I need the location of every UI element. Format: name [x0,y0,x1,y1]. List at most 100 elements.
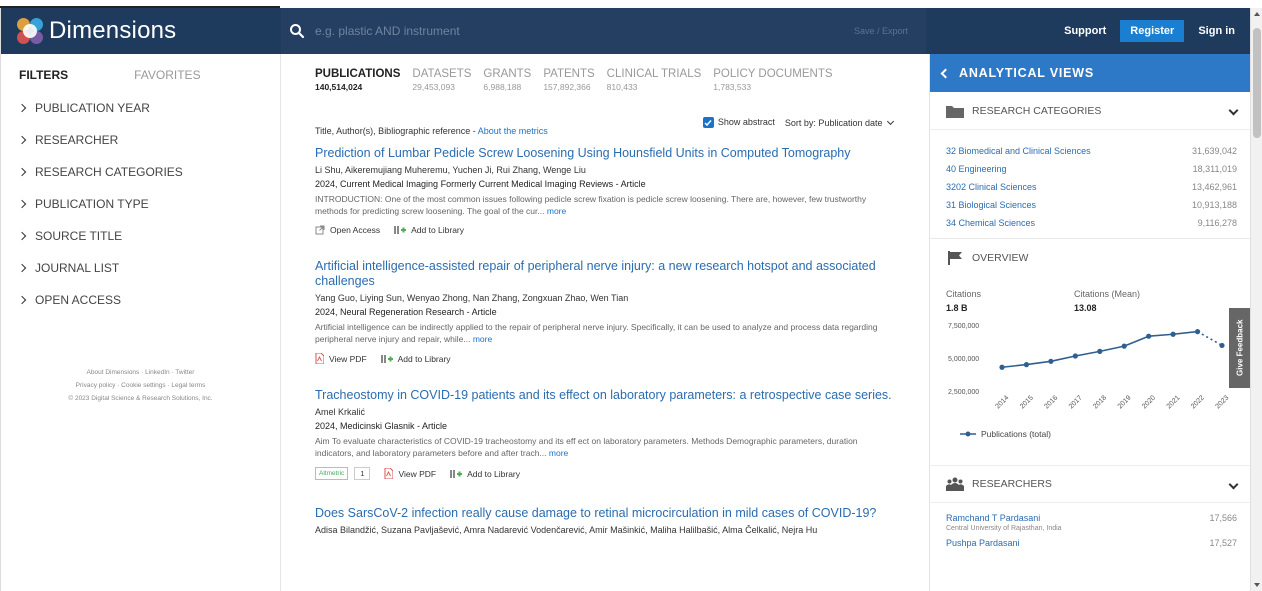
publication-source: 2024, Current Medical Imaging Formerly C… [315,179,646,190]
category-row[interactable]: 32 Biomedical and Clinical Sciences 31,63… [946,142,1237,160]
tab-publications[interactable]: PUBLICATIONS 140,514,024 [315,68,400,92]
view-pdf-link[interactable]: View PDF [315,353,367,365]
show-abstract-toggle[interactable]: Show abstract [702,117,775,129]
register-button[interactable]: Register [1120,20,1185,42]
data-point[interactable] [1194,329,1201,335]
tab-favorites[interactable]: FAVORITES [134,68,200,82]
save-export-link[interactable]: Save / Export [854,26,908,36]
footer-links-1[interactable]: About Dimensions · LinkedIn · Twitter [1,366,280,379]
chevron-right-icon [17,263,27,273]
research-categories-title: RESEARCH CATEGORIES [972,104,1102,117]
altmetric-badge[interactable]: Altmetric 1 [315,467,371,481]
category-row[interactable]: 34 Chemical Sciences 9,116,278 [946,214,1237,232]
researchers-header[interactable]: RESEARCHERS [930,465,1251,503]
researcher-row[interactable]: Pushpa Pardasani 17,527 [946,538,1237,548]
overview-body: Citations 1.8 B Citations (Mean) 13.08 7… [930,277,1251,439]
publication-title[interactable]: Prediction of Lumbar Pedicle Screw Loose… [315,146,897,161]
add-to-library-button[interactable]: Add to Library [450,469,520,479]
filter-publication-year[interactable]: PUBLICATION YEAR [17,92,280,124]
header-actions: Support Register Sign in [1064,20,1251,42]
chevron-right-icon [17,199,27,209]
category-name: 31 Biological Sciences [946,200,1037,210]
category-row[interactable]: 31 Biological Sciences 10,913,188 [946,196,1237,214]
footer-links-2[interactable]: Privacy policy · Cookie settings · Legal… [1,379,280,392]
publication-source: 2024, Medicinski Glasnik - Article [315,421,448,432]
scroll-down-arrow-icon[interactable] [1254,583,1260,587]
tab-clinical-trials[interactable]: CLINICAL TRIALS 810,433 [607,68,702,92]
data-point[interactable] [1072,353,1078,359]
category-row[interactable]: 40 Engineering 18,311,019 [946,160,1237,178]
category-row[interactable]: 3202 Clinical Sciences 13,462,961 [946,178,1237,196]
give-feedback-tab[interactable]: Give Feedback [1229,308,1251,388]
data-point[interactable] [1048,358,1054,364]
data-point[interactable] [1121,343,1127,349]
add-library-icon [394,226,407,235]
researcher-row[interactable]: Ramchand T Pardasani Central University o… [946,513,1237,532]
citations-mean-value: 13.08 [1074,303,1097,313]
about-metrics-link[interactable]: About the metrics [478,126,548,136]
analytical-views-header[interactable]: ANALYTICAL VIEWS [930,54,1251,92]
more-link[interactable]: more [549,448,568,458]
data-point[interactable] [1170,331,1176,337]
publication-title[interactable]: Tracheostomy in COVID-19 patients and it… [315,388,897,403]
open-access-link[interactable]: Open Access [315,225,380,235]
publication-authors: Adisa Bilandžić, Suzana Pavljašević, Amr… [315,525,818,536]
researchers-list: Ramchand T Pardasani Central University o… [930,503,1251,548]
tab-label: PATENTS [543,68,595,80]
category-count: 31,639,042 [1191,146,1237,156]
y-tick-label: 2,500,000 [948,389,979,396]
tab-filters[interactable]: FILTERS [19,68,68,82]
view-pdf-link[interactable]: View PDF [384,468,436,480]
search-icon[interactable] [289,23,305,39]
citations-mean-label: Citations (Mean) [1074,289,1141,299]
filter-source-title[interactable]: SOURCE TITLE [17,220,280,252]
more-link[interactable]: more [547,206,566,216]
publication-item: Tracheostomy in COVID-19 patients and it… [297,388,927,481]
tab-label: GRANTS [483,68,532,80]
footer-copyright: © 2023 Digital Science & Research Soluti… [68,395,213,402]
overview-header[interactable]: OVERVIEW [930,239,1251,277]
brand-logo[interactable]: Dimensions [1,17,281,45]
tab-policy-documents[interactable]: POLICY DOCUMENTS 1,783,533 [713,68,832,92]
filter-researcher[interactable]: RESEARCHER [17,124,280,156]
support-link[interactable]: Support [1064,25,1106,37]
add-to-library-button[interactable]: Add to Library [380,354,451,364]
chevron-right-icon [17,135,27,145]
category-name: 40 Engineering [946,164,1007,174]
sign-in-link[interactable]: Sign in [1198,25,1235,37]
category-name: 34 Chemical Sciences [946,218,1036,228]
more-link[interactable]: more [473,334,492,344]
filter-research-categories[interactable]: RESEARCH CATEGORIES [17,156,280,188]
research-categories-header[interactable]: RESEARCH CATEGORIES [930,92,1251,130]
data-point[interactable] [1097,348,1103,354]
tab-grants[interactable]: GRANTS 6,988,188 [483,68,531,92]
data-point[interactable] [999,364,1005,370]
data-point[interactable] [1146,333,1152,339]
filter-journal-list[interactable]: JOURNAL LIST [17,252,280,284]
filter-publication-type[interactable]: PUBLICATION TYPE [17,188,280,220]
scroll-up-arrow-icon[interactable] [1254,12,1260,16]
add-to-library-button[interactable]: Add to Library [394,225,464,235]
data-point[interactable] [1023,362,1030,368]
filter-label: RESEARCH CATEGORIES [35,165,183,179]
tab-label: CLINICAL TRIALS [606,68,702,80]
chevron-down-icon [1228,479,1239,489]
publication-title[interactable]: Artificial intelligence-assisted repair … [315,259,897,289]
show-abstract-label: Show abstract [717,117,775,127]
filter-open-access[interactable]: OPEN ACCESS [17,284,280,316]
checkbox-checked-icon[interactable] [702,117,714,129]
data-point[interactable] [1219,342,1225,349]
action-label: Add to Library [411,225,465,236]
sort-dropdown[interactable]: Sort by: Publication date [785,117,895,128]
search-input[interactable] [315,24,854,38]
publication-title[interactable]: Does SarsCoV-2 infection really cause da… [315,506,897,521]
tab-datasets[interactable]: DATASETS 29,453,093 [412,68,471,92]
researcher-affiliation: Central University of Rajasthan, India [946,525,1062,532]
scroll-thumb[interactable] [1253,28,1261,138]
people-icon [946,477,964,491]
page-scrollbar[interactable] [1250,8,1262,591]
tab-patents[interactable]: PATENTS 157,892,366 [543,68,594,92]
series-line-segment [1026,360,1051,366]
series-line-segment [1123,335,1149,347]
tab-count: 810,433 [606,82,638,92]
